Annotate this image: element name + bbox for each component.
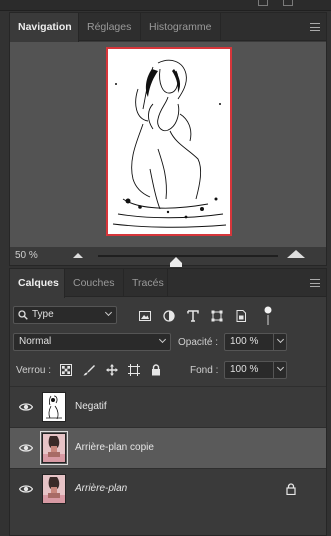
layers-panel: Calques Couches Tracés Type Normal Opaci… (9, 268, 327, 536)
panel-icon[interactable] (258, 0, 268, 6)
layer-filter-row: Type (10, 305, 326, 327)
smart-object-filter-icon[interactable] (234, 309, 248, 323)
tab-reglages[interactable]: Réglages (79, 13, 141, 41)
top-toolbar-strip (0, 0, 331, 11)
lock-label: Verrou : (16, 365, 52, 376)
tab-traces[interactable]: Tracés (124, 269, 168, 297)
photo-thumbnail (43, 475, 65, 503)
lock-all-icon[interactable] (150, 364, 162, 376)
sketch-image (112, 59, 227, 228)
fill-dropdown[interactable] (273, 361, 287, 379)
tab-histogramme[interactable]: Histogramme (141, 13, 221, 41)
chevron-down-icon (104, 308, 113, 317)
blend-mode-select[interactable]: Normal (13, 333, 171, 351)
filter-toggle-icon[interactable] (264, 306, 272, 326)
fill-input[interactable]: 100 % (224, 361, 274, 379)
panel-menu-icon[interactable] (310, 279, 320, 287)
layer-name[interactable]: Negatif (75, 401, 107, 412)
navigator-tab-bar: Navigation Réglages Histogramme (10, 13, 326, 42)
zoom-slider-track[interactable] (98, 255, 278, 257)
shape-filter-icon[interactable] (210, 309, 224, 323)
layers-list: Negatif Arrière-plan copie Arrière-plan (10, 386, 326, 512)
lock-image-icon[interactable] (83, 364, 95, 376)
lock-fill-row: Verrou : Fond : 100 % (10, 360, 326, 382)
lock-transparent-icon[interactable] (60, 364, 72, 376)
tab-couches[interactable]: Couches (65, 269, 124, 297)
panel-menu-icon[interactable] (310, 23, 320, 31)
navigator-panel: Navigation Réglages Histogramme ⟷ (9, 12, 327, 267)
navigator-thumbnail[interactable] (106, 47, 232, 236)
chevron-down-icon (276, 335, 285, 344)
zoom-in-icon[interactable] (287, 250, 305, 258)
photo-thumbnail (43, 434, 65, 462)
blend-opacity-row: Normal Opacité : 100 % (10, 332, 326, 354)
opacity-input[interactable]: 100 % (224, 333, 274, 351)
layer-row-arriere-plan[interactable]: Arrière-plan (10, 468, 326, 509)
type-filter-icon[interactable] (186, 309, 200, 323)
tab-calques[interactable]: Calques (10, 269, 65, 298)
fill-label: Fond : (190, 365, 219, 376)
image-filter-icon[interactable] (138, 309, 152, 323)
visibility-eye-icon[interactable] (19, 402, 33, 412)
panel-icon[interactable] (283, 0, 293, 6)
layer-thumbnail (40, 431, 68, 465)
zoom-slider-thumb[interactable] (170, 257, 182, 267)
opacity-label: Opacité : (178, 337, 219, 348)
opacity-dropdown[interactable] (273, 333, 287, 351)
navigator-preview-area[interactable] (10, 42, 326, 247)
blend-mode-value: Normal (19, 336, 52, 347)
lock-artboard-icon[interactable] (128, 364, 140, 376)
chevron-down-icon (276, 363, 285, 372)
search-icon (18, 310, 28, 320)
lock-position-icon[interactable] (106, 364, 118, 376)
layers-tab-bar: Calques Couches Tracés (10, 269, 326, 298)
zoom-bar: 50 % (10, 247, 326, 267)
filter-kind-label: Type (32, 309, 54, 320)
visibility-eye-icon[interactable] (19, 484, 33, 494)
layer-thumbnail (42, 392, 66, 422)
adjustment-filter-icon[interactable] (162, 309, 176, 323)
layer-row-negatif[interactable]: Negatif (10, 386, 326, 427)
zoom-value[interactable]: 50 % (15, 250, 38, 261)
chevron-down-icon (158, 335, 167, 344)
zoom-out-icon[interactable] (73, 253, 83, 258)
layer-name[interactable]: Arrière-plan (75, 483, 127, 494)
filter-kind-select[interactable]: Type (13, 306, 117, 324)
layer-row-arriere-plan-copie[interactable]: Arrière-plan copie (10, 427, 326, 468)
layer-name[interactable]: Arrière-plan copie (75, 442, 154, 453)
layer-lock-icon[interactable] (286, 483, 296, 495)
layer-thumbnail (42, 474, 66, 504)
sketch-thumbnail (46, 395, 62, 420)
visibility-eye-icon[interactable] (19, 443, 33, 453)
